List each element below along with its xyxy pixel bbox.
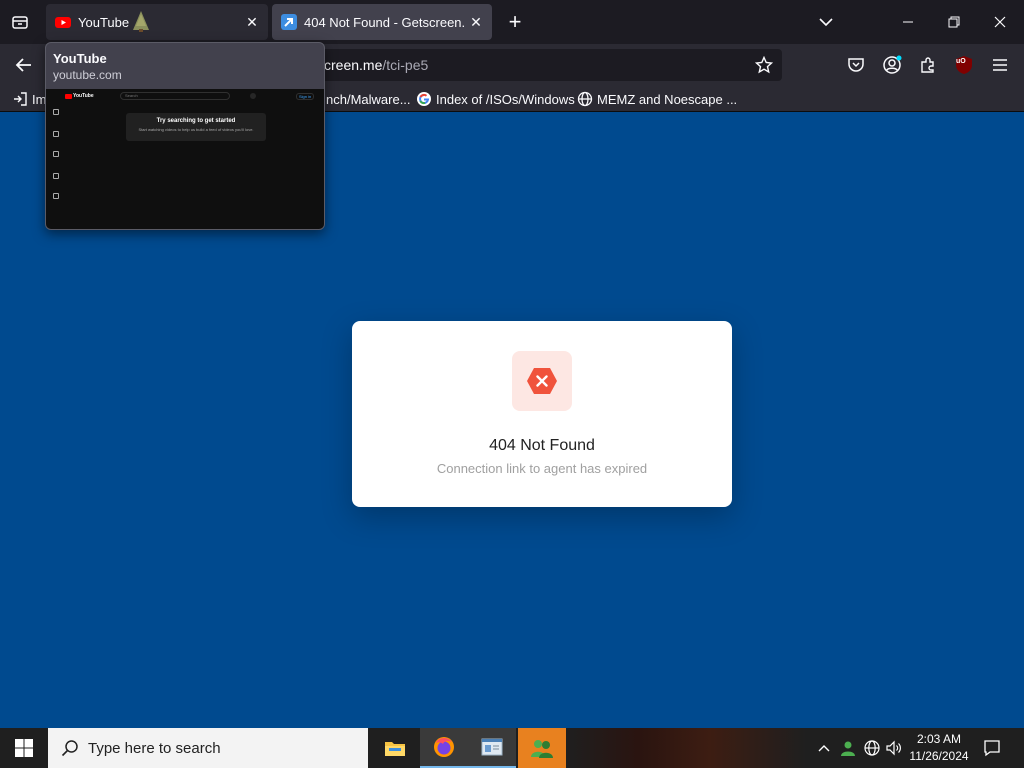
thumb-sign-in: Sign in [296, 93, 315, 100]
file-explorer-icon [385, 742, 405, 756]
tab-close-button[interactable]: ✕ [242, 12, 262, 32]
star-icon [755, 56, 773, 74]
tab-getscreen[interactable]: 404 Not Found - Getscreen.me ✕ [272, 4, 492, 40]
ublock-button[interactable]: uO [952, 53, 976, 77]
pocket-icon [848, 58, 864, 72]
error-title: 404 Not Found [489, 437, 595, 454]
back-button[interactable] [8, 50, 40, 80]
tray-user-app[interactable] [838, 738, 858, 758]
tab-list-icon [12, 16, 28, 29]
search-icon [61, 740, 78, 757]
hamburger-menu-icon [993, 59, 1007, 71]
chevron-up-icon [818, 745, 830, 752]
error-subtitle: Connection link to agent has expired [436, 461, 648, 476]
tab-close-button[interactable]: ✕ [466, 12, 486, 32]
extensions-button[interactable] [916, 53, 940, 77]
thumb-mic-icon [250, 93, 256, 99]
taskbar-search-box[interactable]: Type here to search [48, 728, 368, 768]
taskbar-background-art [566, 728, 806, 768]
taskbar-file-explorer[interactable] [371, 728, 419, 768]
tray-volume[interactable] [884, 738, 904, 758]
thumb-shorts-icon [53, 131, 59, 137]
thumb-header: YouTube Search Sign in [46, 89, 324, 103]
thumb-history-icon [53, 193, 59, 199]
thumb-subscriptions-icon [53, 151, 59, 157]
error-card: 404 Not Found Connection link to agent h… [352, 321, 732, 507]
import-icon [14, 92, 27, 106]
start-button[interactable] [0, 728, 48, 768]
bookmark-import[interactable]: Im [12, 90, 46, 108]
search-placeholder: Type here to search [88, 739, 221, 757]
error-x-icon [527, 368, 557, 394]
youtube-icon [55, 17, 71, 28]
new-tab-button[interactable]: + [502, 8, 528, 36]
windows-taskbar: Type here to search 2:03 AM 11/26/2024 [0, 728, 1024, 768]
chevron-down-icon [819, 18, 833, 27]
minimize-button[interactable] [888, 6, 928, 38]
taskbar-firefox[interactable] [420, 728, 468, 768]
taskbar-people-app[interactable] [518, 728, 566, 768]
firefox-icon [434, 737, 454, 757]
preview-thumbnail: YouTube Search Sign in Try searching to … [46, 89, 324, 229]
clock-date: 11/26/2024 [909, 749, 969, 763]
tab-youtube[interactable]: YouTube ✕ [46, 4, 268, 40]
puzzle-icon [921, 57, 934, 73]
minimize-icon [903, 21, 913, 23]
windows-logo-icon [15, 739, 33, 757]
back-arrow-icon [15, 58, 31, 72]
taskbar-clock[interactable]: 2:03 AM 11/26/2024 [906, 731, 972, 765]
tab-preview-popup: YouTube youtube.com YouTube Search Sign … [45, 42, 325, 230]
bookmark-memz[interactable]: MEMZ and Noescape ... [577, 90, 737, 108]
thumb-home-icon [53, 109, 59, 115]
bookmark-isos-windows[interactable]: Index of /ISOs/Windows [416, 90, 575, 108]
globe-icon [577, 91, 593, 107]
thumb-you-icon [53, 173, 59, 179]
christmas-tree-icon [133, 11, 149, 32]
close-window-button[interactable] [980, 6, 1020, 38]
restore-button[interactable] [934, 6, 974, 38]
thumb-search: Search [120, 92, 230, 100]
user-tray-icon [841, 741, 855, 756]
preview-url: youtube.com [53, 68, 122, 82]
thumb-youtube-logo: YouTube [65, 93, 94, 99]
list-all-tabs-button[interactable] [814, 10, 838, 34]
google-icon [417, 92, 431, 106]
clock-time: 2:03 AM [916, 732, 962, 746]
url-text: creen.me/tci-pe5 [324, 57, 429, 73]
tray-network[interactable] [862, 738, 882, 758]
action-center-button[interactable] [980, 736, 1004, 760]
tab-strip: YouTube ✕ 404 Not Found - Getscreen.me ✕… [0, 0, 1024, 44]
close-icon [994, 16, 1006, 28]
speaker-icon [886, 740, 901, 756]
account-icon [883, 55, 902, 74]
network-globe-icon [864, 740, 880, 756]
menu-button[interactable] [988, 53, 1012, 77]
bookmark-malware[interactable]: nch/Malware... [326, 90, 411, 108]
people-app-icon [531, 740, 553, 758]
ublock-badge: uO [956, 58, 966, 65]
pocket-button[interactable] [844, 53, 868, 77]
getscreen-icon [281, 14, 297, 30]
tab-list-button[interactable] [6, 8, 34, 36]
thumb-card: Try searching to get started Start watch… [126, 113, 266, 141]
notepad-app-icon [481, 738, 503, 756]
taskbar-notepad-app[interactable] [468, 728, 516, 768]
notification-icon [984, 740, 1000, 757]
preview-title: YouTube [53, 51, 107, 66]
restore-icon [948, 16, 960, 28]
bookmark-star-button[interactable] [752, 53, 776, 77]
account-button[interactable] [880, 53, 904, 77]
tab-label: YouTube [78, 14, 130, 30]
error-icon-container [512, 351, 572, 411]
tab-label: 404 Not Found - Getscreen.me [304, 14, 466, 30]
show-hidden-icons-button[interactable] [814, 738, 834, 758]
